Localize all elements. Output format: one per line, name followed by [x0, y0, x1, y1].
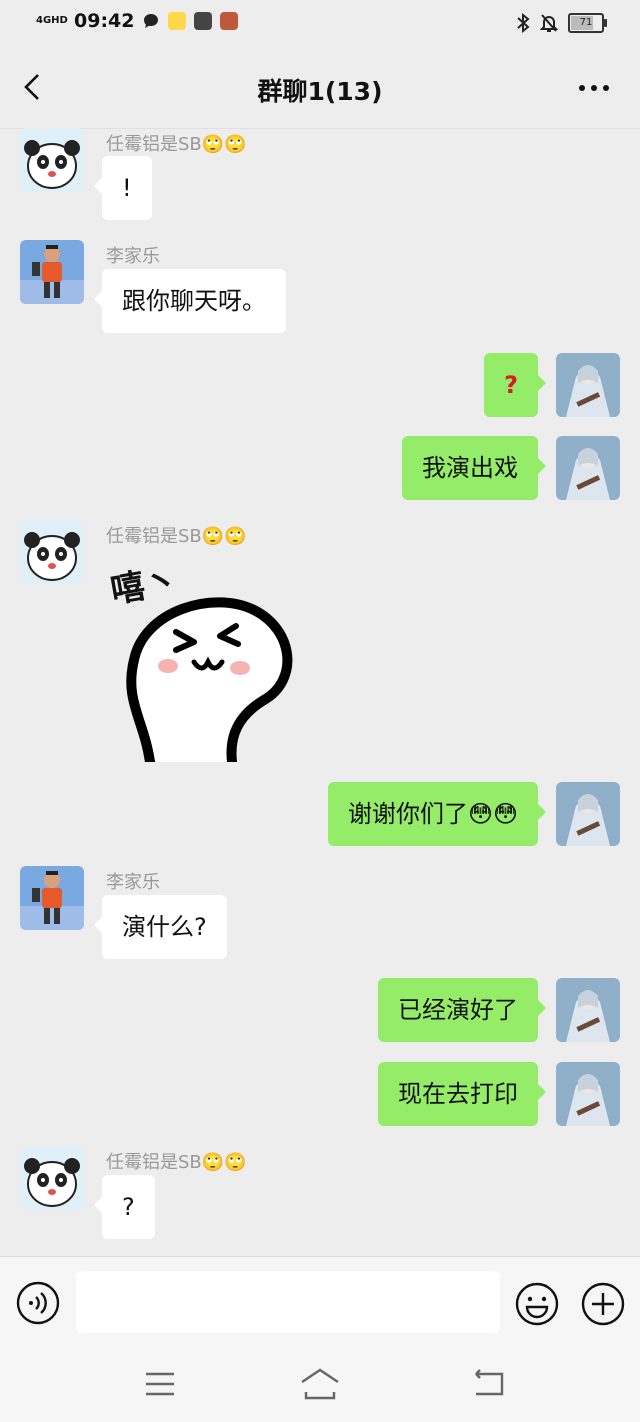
battery-indicator: 71 — [568, 13, 607, 33]
message-bubble[interactable]: 谢谢你们了😳😳 — [327, 782, 547, 846]
avatar-panda[interactable] — [20, 520, 84, 584]
status-bar: 4GHD 09:42 71 — [0, 0, 640, 48]
avatar-self[interactable] — [556, 1062, 620, 1126]
menu-icon[interactable] — [140, 1366, 180, 1402]
taobao-notification-icon — [194, 12, 213, 30]
voice-icon[interactable] — [16, 1281, 60, 1325]
avatar-panda[interactable] — [20, 128, 84, 192]
game-notification-icon — [220, 12, 239, 30]
message-bubble[interactable]: 演什么? — [94, 895, 227, 959]
avatar-panda[interactable] — [20, 1146, 84, 1210]
mute-bell-icon — [540, 14, 558, 32]
message-list[interactable]: 任霉铝是SB🙄🙄 ! 李家乐 跟你聊天呀。 ? 我演出戏 任霉铝是SB🙄🙄 嘻丶 — [0, 128, 640, 1256]
avatar-robot[interactable] — [20, 866, 84, 930]
message-bubble[interactable]: 现在去打印 — [378, 1062, 546, 1126]
home-icon[interactable] — [300, 1366, 340, 1402]
message-bubble[interactable]: 已经演好了 — [378, 978, 546, 1042]
emoji-icon[interactable] — [514, 1281, 560, 1327]
sticker-image[interactable]: 嘻丶 — [104, 550, 304, 762]
message-bubble[interactable]: ! — [94, 156, 152, 220]
clock: 09:42 — [74, 10, 135, 32]
message-bubble[interactable]: 我演出戏 — [402, 436, 546, 500]
message-notification-icon — [144, 14, 159, 28]
message-input[interactable] — [76, 1271, 500, 1333]
sender-name: 李家乐 — [106, 246, 160, 267]
more-dots-icon[interactable] — [576, 74, 612, 102]
bluetooth-icon — [517, 13, 530, 33]
sender-name: 任霉铝是SB🙄🙄 — [106, 1152, 247, 1173]
chat-header: 群聊1(13) — [0, 48, 640, 129]
sender-name: 任霉铝是SB🙄🙄 — [106, 134, 247, 155]
message-bubble[interactable]: ? — [484, 353, 546, 417]
avatar-robot[interactable] — [20, 240, 84, 304]
avatar-self[interactable] — [556, 782, 620, 846]
sender-name: 任霉铝是SB🙄🙄 — [106, 526, 247, 547]
avatar-self[interactable] — [556, 436, 620, 500]
network-indicator: 4GHD — [36, 15, 68, 26]
back-nav-icon[interactable] — [468, 1366, 508, 1402]
avatar-self[interactable] — [556, 353, 620, 417]
avatar-self[interactable] — [556, 978, 620, 1042]
input-bar — [0, 1256, 640, 1349]
plus-icon[interactable] — [580, 1281, 626, 1327]
system-nav-bar — [0, 1348, 640, 1422]
message-bubble[interactable]: ? — [94, 1175, 155, 1239]
page-title: 群聊1(13) — [257, 77, 383, 106]
message-bubble[interactable]: 跟你聊天呀。 — [94, 269, 286, 333]
sender-name: 李家乐 — [106, 872, 160, 893]
app-notification-icon — [168, 12, 187, 30]
